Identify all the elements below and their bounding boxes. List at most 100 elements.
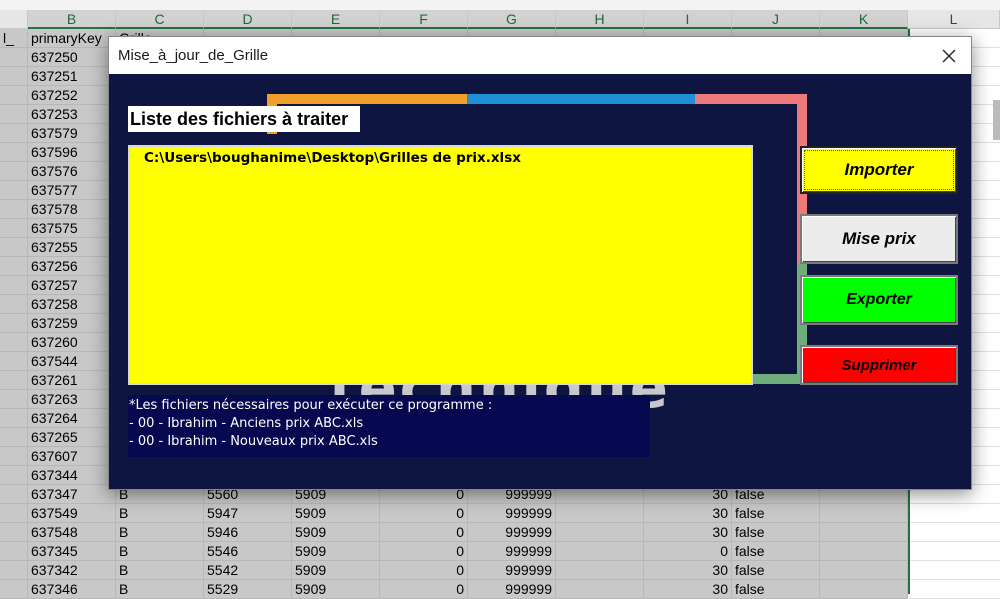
table-cell[interactable]: 637265	[28, 428, 116, 447]
table-cell[interactable]: 999999	[468, 523, 556, 542]
table-cell[interactable]: 0	[380, 542, 468, 561]
vertical-scrollbar-thumb[interactable]	[993, 100, 1000, 140]
dialog-titlebar[interactable]: Mise_à_jour_de_Grille	[109, 37, 971, 74]
table-cell[interactable]	[0, 200, 28, 219]
table-cell[interactable]: 637344	[28, 466, 116, 485]
table-cell[interactable]	[0, 371, 28, 390]
table-cell[interactable]	[0, 561, 28, 580]
table-cell[interactable]: 0	[380, 580, 468, 599]
table-cell[interactable]: 5909	[292, 542, 380, 561]
table-cell[interactable]	[0, 219, 28, 238]
table-cell[interactable]: 5909	[292, 504, 380, 523]
table-cell[interactable]	[0, 295, 28, 314]
table-cell[interactable]: 999999	[468, 504, 556, 523]
table-cell[interactable]: 5946	[204, 523, 292, 542]
table-cell[interactable]: 637264	[28, 409, 116, 428]
table-cell[interactable]	[820, 542, 908, 561]
table-cell[interactable]: 637578	[28, 200, 116, 219]
table-cell[interactable]	[556, 580, 644, 599]
table-cell[interactable]	[556, 504, 644, 523]
column-header[interactable]: E	[292, 10, 380, 29]
table-cell[interactable]: 0	[380, 523, 468, 542]
table-cell[interactable]	[556, 542, 644, 561]
table-cell[interactable]: 637257	[28, 276, 116, 295]
table-cell[interactable]: B	[116, 580, 204, 599]
table-cell[interactable]: 5909	[292, 580, 380, 599]
table-cell[interactable]: false	[732, 542, 820, 561]
table-cell[interactable]	[0, 86, 28, 105]
table-cell[interactable]: 637252	[28, 86, 116, 105]
table-cell[interactable]	[0, 390, 28, 409]
table-cell[interactable]: 637346	[28, 580, 116, 599]
table-cell[interactable]: 999999	[468, 561, 556, 580]
table-cell[interactable]	[820, 561, 908, 580]
column-header[interactable]: D	[204, 10, 292, 29]
table-cell[interactable]: 5909	[292, 523, 380, 542]
table-cell[interactable]: 637255	[28, 238, 116, 257]
table-cell[interactable]	[0, 238, 28, 257]
table-cell[interactable]: 5529	[204, 580, 292, 599]
table-cell[interactable]	[0, 504, 28, 523]
table-cell[interactable]: 637259	[28, 314, 116, 333]
column-header[interactable]: I	[644, 10, 732, 29]
table-cell[interactable]: 637263	[28, 390, 116, 409]
table-cell[interactable]: 637345	[28, 542, 116, 561]
table-cell[interactable]: 637251	[28, 67, 116, 86]
table-cell[interactable]: 637342	[28, 561, 116, 580]
table-cell[interactable]: 0	[380, 504, 468, 523]
table-cell[interactable]: false	[732, 561, 820, 580]
empty-cell[interactable]	[909, 504, 1000, 523]
table-cell[interactable]	[0, 428, 28, 447]
table-cell[interactable]: 637256	[28, 257, 116, 276]
table-cell[interactable]	[0, 276, 28, 295]
column-header[interactable]: L	[908, 10, 1000, 29]
table-cell[interactable]: 637253	[28, 105, 116, 124]
table-cell[interactable]: 637258	[28, 295, 116, 314]
delete-button[interactable]: Supprimer	[800, 345, 958, 385]
column-header[interactable]: B	[28, 10, 116, 29]
table-cell[interactable]: false	[732, 580, 820, 599]
table-cell[interactable]	[0, 105, 28, 124]
table-cell[interactable]: 637577	[28, 181, 116, 200]
table-cell[interactable]: 5542	[204, 561, 292, 580]
table-cell[interactable]	[0, 447, 28, 466]
empty-cell[interactable]	[909, 561, 1000, 580]
table-cell[interactable]: 999999	[468, 542, 556, 561]
table-cell[interactable]: 30	[644, 580, 732, 599]
table-cell[interactable]: 637260	[28, 333, 116, 352]
table-cell[interactable]: false	[732, 504, 820, 523]
column-header[interactable]: G	[468, 10, 556, 29]
column-header[interactable]: F	[380, 10, 468, 29]
table-cell[interactable]: 637261	[28, 371, 116, 390]
table-cell[interactable]	[0, 124, 28, 143]
table-cell[interactable]	[0, 580, 28, 599]
table-cell[interactable]	[820, 523, 908, 542]
file-list-item[interactable]: C:\Users\boughanime\Desktop\Grilles de p…	[130, 147, 751, 169]
table-cell[interactable]	[0, 162, 28, 181]
table-cell[interactable]: 637347	[28, 485, 116, 504]
table-cell[interactable]	[0, 48, 28, 67]
table-cell[interactable]	[0, 466, 28, 485]
table-cell[interactable]: 5546	[204, 542, 292, 561]
table-cell[interactable]: 637579	[28, 124, 116, 143]
empty-cell[interactable]	[909, 580, 1000, 599]
table-cell[interactable]	[0, 314, 28, 333]
table-cell[interactable]: B	[116, 523, 204, 542]
table-cell[interactable]	[0, 352, 28, 371]
table-cell[interactable]: 637596	[28, 143, 116, 162]
table-cell[interactable]	[0, 257, 28, 276]
import-button[interactable]: Importer	[800, 146, 958, 194]
table-cell[interactable]	[556, 523, 644, 542]
table-cell[interactable]: 0	[644, 542, 732, 561]
table-cell[interactable]: 637544	[28, 352, 116, 371]
table-cell[interactable]: 5947	[204, 504, 292, 523]
table-cell[interactable]	[0, 181, 28, 200]
table-cell[interactable]: 999999	[468, 580, 556, 599]
table-cell[interactable]: 637576	[28, 162, 116, 181]
table-cell[interactable]: 637250	[28, 48, 116, 67]
table-cell[interactable]: 30	[644, 504, 732, 523]
table-cell[interactable]	[0, 485, 28, 504]
table-cell[interactable]: 637548	[28, 523, 116, 542]
column-header[interactable]: K	[820, 10, 908, 29]
table-cell[interactable]	[0, 67, 28, 86]
